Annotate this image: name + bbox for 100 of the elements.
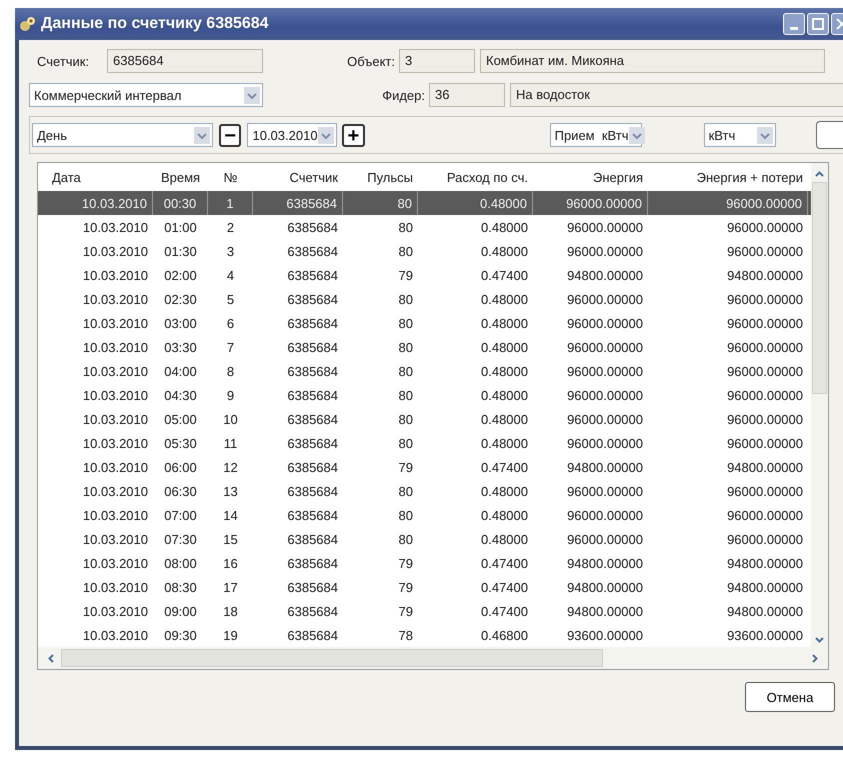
text-field[interactable]: Комбинат им. Микояна — [480, 49, 825, 73]
toolbar-button[interactable] — [816, 121, 843, 149]
table-cell-text: 19 — [222, 626, 239, 644]
table-cell-text: 6385684 — [286, 554, 339, 572]
minimize-icon — [790, 26, 798, 30]
table-cell-text: 02:00 — [163, 266, 198, 284]
table-cell-text: 96000.00000 — [566, 218, 644, 236]
column-header[interactable]: Пульсы — [343, 163, 418, 191]
column-header[interactable]: Счетчик — [253, 163, 343, 191]
table-cell-text: 06:00 — [163, 458, 198, 476]
table-row[interactable]: 10.03.2010 02:30 5 6385684 80 0.48000 96000.00000 96000.00000 — [38, 287, 811, 311]
dropdown[interactable]: Коммерческий интервал — [29, 83, 263, 107]
horizontal-scrollbar[interactable] — [38, 647, 828, 669]
table-cell-text: 5 — [226, 290, 236, 308]
window-title: Данные по счетчику 6385684 — [41, 15, 270, 33]
table-cell-text: 79 — [398, 554, 414, 572]
table-row[interactable]: 10.03.2010 03:30 7 6385684 80 0.48000 96000.00000 96000.00000 — [38, 335, 811, 359]
table-cell-text: 10.03.2010 — [82, 314, 149, 332]
table-cell-text: 12 — [222, 458, 239, 476]
table-row[interactable]: 10.03.2010 05:00 10 6385684 80 0.48000 96000.00000 96000.00000 — [38, 407, 811, 431]
table-cell-text: 04:30 — [163, 386, 198, 404]
table-cell-text: 6385684 — [286, 242, 339, 260]
table-cell-text: 80 — [398, 242, 414, 260]
table-row[interactable]: 10.03.2010 01:00 2 6385684 80 0.48000 96000.00000 96000.00000 — [38, 215, 811, 239]
table-cell-text: 80 — [398, 362, 414, 380]
table-cell-text: 96000.00000 — [726, 482, 804, 500]
table-cell-text: 96000.00000 — [726, 314, 804, 332]
table-cell-text: 07:00 — [163, 506, 198, 524]
table-cell-text: 80 — [398, 386, 414, 404]
table-cell-text: 4 — [226, 266, 236, 284]
table-cell-text: 0.47400 — [480, 602, 529, 620]
table-row[interactable]: 10.03.2010 02:00 4 6385684 79 0.47400 94800.00000 94800.00000 — [38, 263, 811, 287]
table-cell-text: 80 — [398, 434, 414, 452]
dropdown[interactable]: Прием кВтч — [550, 123, 642, 147]
table-cell-text: 96000.00000 — [566, 242, 644, 260]
text-field[interactable]: 3 — [399, 49, 475, 73]
text-field[interactable]: 6385684 — [107, 49, 263, 73]
column-header[interactable]: Дата — [38, 163, 153, 191]
date-dropdown[interactable]: 10.03.2010 — [247, 123, 338, 147]
maximize-button[interactable] — [807, 13, 829, 35]
field-label: Фидер: — [381, 88, 425, 102]
table-row[interactable]: 10.03.2010 08:30 17 6385684 79 0.47400 94800.00000 94800.00000 — [38, 575, 811, 599]
table-cell-text: 09:30 — [163, 626, 198, 644]
text-field[interactable]: 36 — [429, 83, 505, 107]
table-cell-text: 96000.00000 — [726, 386, 804, 404]
minimize-button[interactable] — [783, 13, 805, 35]
table-cell-text: 94800.00000 — [566, 602, 644, 620]
column-header[interactable]: № — [208, 163, 253, 191]
column-header[interactable]: Расход по сч. — [418, 163, 533, 191]
next-button[interactable]: + — [342, 124, 365, 146]
table-cell-text: 94800.00000 — [566, 578, 644, 596]
column-header[interactable]: Энергия — [533, 163, 648, 191]
table-cell: 80 — [343, 191, 418, 215]
table-row[interactable]: 10.03.2010 09:00 18 6385684 79 0.47400 94800.00000 94800.00000 — [38, 599, 811, 623]
table-cell-text: 6385684 — [286, 266, 339, 284]
dropdown[interactable]: День — [32, 123, 214, 147]
table-cell-text: 13 — [222, 482, 239, 500]
table-cell-text: 6385684 — [286, 482, 339, 500]
table-cell-text: 04:00 — [163, 362, 198, 380]
table-cell-text: 03:30 — [163, 338, 198, 356]
table-row[interactable]: 10.03.2010 06:00 12 6385684 79 0.47400 94800.00000 94800.00000 — [38, 455, 811, 479]
table-row[interactable]: 10.03.2010 09:30 19 6385684 78 0.46800 93600.00000 93600.00000 — [38, 623, 811, 647]
table-cell-text: 94800.00000 — [726, 602, 804, 620]
table-cell-text: 0.47400 — [480, 554, 529, 572]
table-row[interactable]: 10.03.2010 04:00 8 6385684 80 0.48000 96000.00000 96000.00000 — [38, 359, 811, 383]
previous-button[interactable]: − — [219, 124, 242, 146]
table-cell-text: 0.48000 — [480, 434, 529, 452]
column-header[interactable]: Энергия + потери — [648, 163, 808, 191]
table-cell-text: 96000.00000 — [566, 362, 644, 380]
table-cell-text: 94800.00000 — [566, 458, 644, 476]
table-row[interactable]: 10.03.2010 07:30 15 6385684 80 0.48000 96000.00000 96000.00000 — [38, 527, 811, 551]
table-cell-text: 96000.00000 — [566, 434, 644, 452]
table-cell-text: 0.48000 — [480, 386, 529, 404]
table-cell-text: 6385684 — [286, 458, 339, 476]
table-cell-text: 6385684 — [286, 602, 339, 620]
table-row[interactable]: 10.03.2010 08:00 16 6385684 79 0.47400 94800.00000 94800.00000 — [38, 551, 811, 575]
table-cell-text: 9 — [226, 386, 236, 404]
column-header[interactable]: Время — [153, 163, 208, 191]
table-row[interactable]: 10.03.2010 05:30 11 6385684 80 0.48000 96000.00000 96000.00000 — [38, 431, 811, 455]
field-label: Счетчик: — [37, 54, 90, 68]
dropdown[interactable]: кВтч — [704, 123, 776, 147]
table-row[interactable]: 10.03.2010 07:00 14 6385684 80 0.48000 96000.00000 96000.00000 — [38, 503, 811, 527]
cancel-button[interactable]: Отмена — [745, 682, 835, 712]
table-row[interactable]: 10.03.2010 01:30 3 6385684 80 0.48000 96000.00000 96000.00000 — [38, 239, 811, 263]
table-row[interactable]: 10.03.2010 06:30 13 6385684 80 0.48000 96000.00000 96000.00000 — [38, 479, 811, 503]
table-cell-text: 11 — [222, 434, 238, 452]
table-cell-text: 10.03.2010 — [82, 362, 149, 380]
caret-icon — [194, 126, 210, 144]
table-row[interactable]: 10.03.2010 04:30 9 6385684 80 0.48000 96000.00000 96000.00000 — [38, 383, 811, 407]
table-cell-text: 10.03.2010 — [82, 266, 149, 284]
app-icon — [19, 15, 37, 33]
table-row[interactable]: 10.03.2010 00:30 1 6385684 80 0.48000 96000.00000 96000.00000 — [38, 191, 811, 215]
caret-icon — [756, 126, 773, 144]
table-cell-text: 0.48000 — [480, 410, 529, 428]
table-row[interactable]: 10.03.2010 03:00 6 6385684 80 0.48000 96000.00000 96000.00000 — [38, 311, 811, 335]
table-cell-text: 6385684 — [286, 290, 339, 308]
vertical-scrollbar[interactable] — [811, 163, 828, 647]
table-cell-text: 10.03.2010 — [82, 242, 149, 260]
table-cell-text: 96000.00000 — [726, 242, 804, 260]
text-field[interactable]: На водосток — [510, 83, 843, 107]
